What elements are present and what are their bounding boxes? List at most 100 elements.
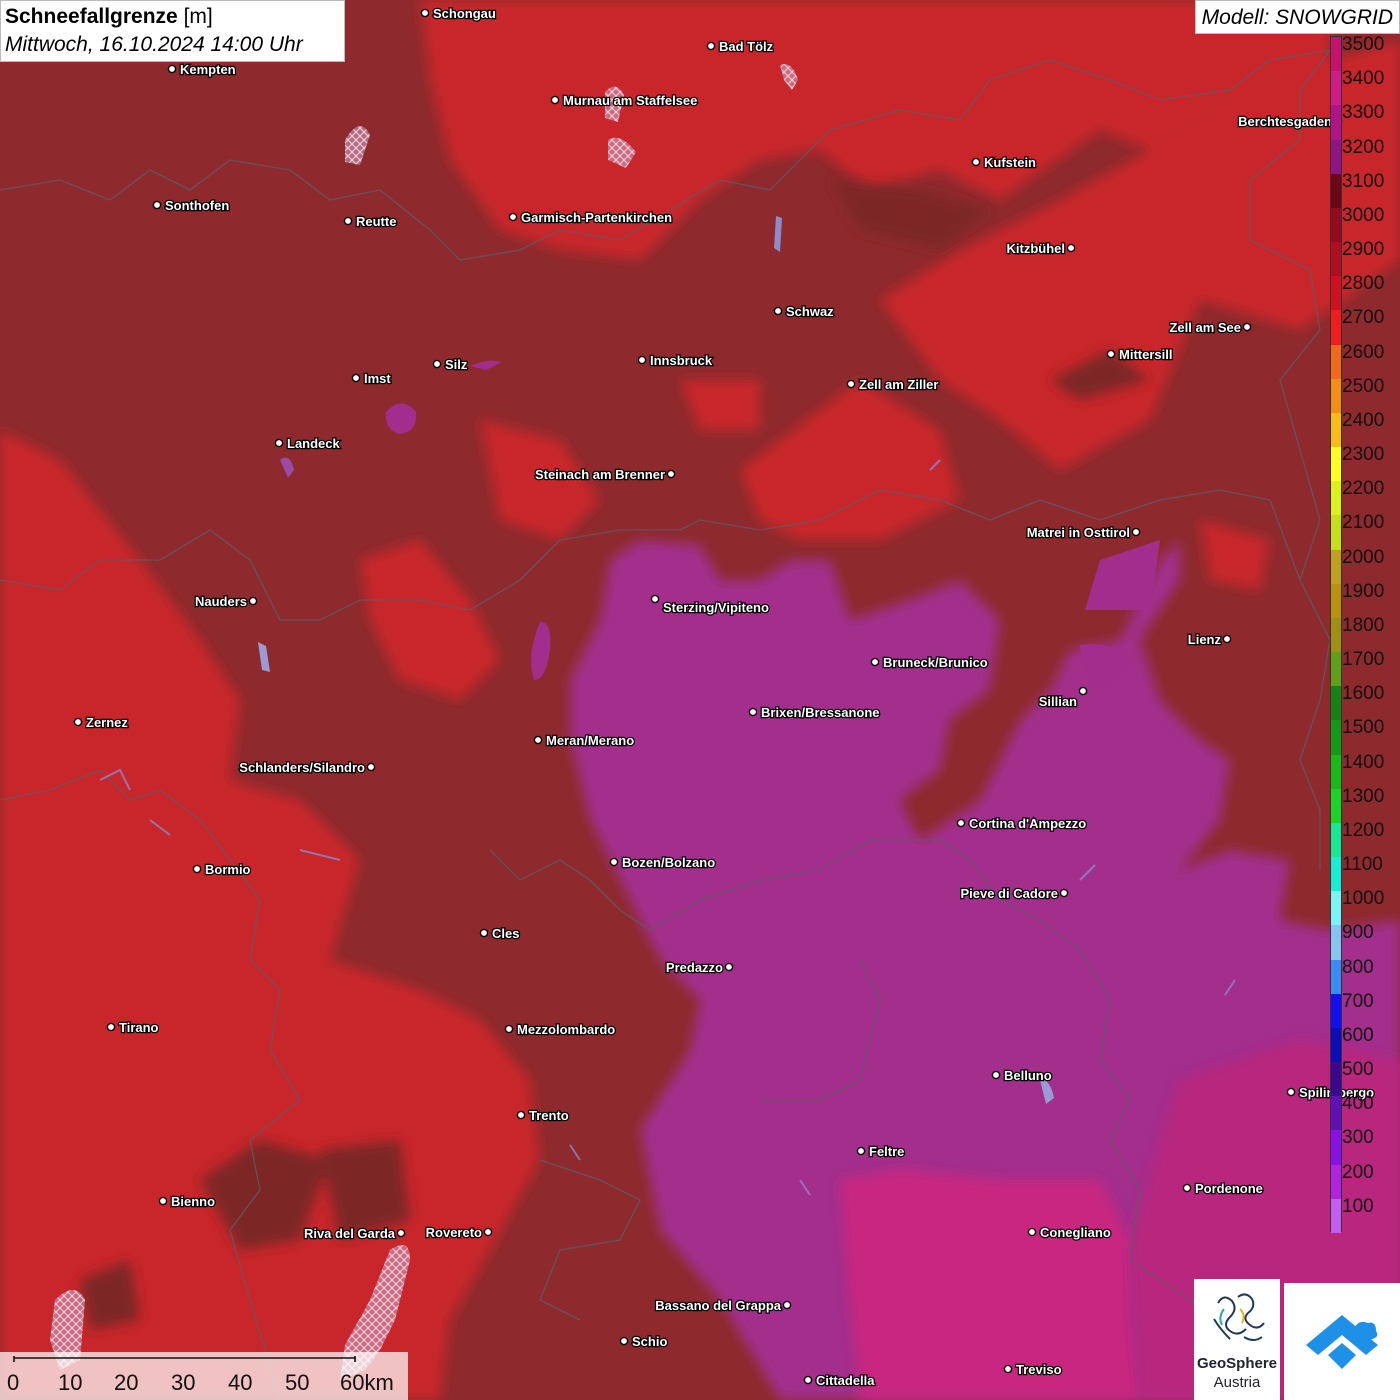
- legend-label: 1200: [1342, 819, 1385, 841]
- city-label: Matrei in Osttirol: [1027, 525, 1130, 540]
- city-dot: [508, 212, 518, 222]
- legend-label: 2900: [1342, 239, 1385, 261]
- map-title: Schneefallgrenze [m]: [5, 3, 340, 31]
- city-label: Schio: [632, 1334, 667, 1349]
- legend-swatch: [1331, 515, 1341, 551]
- city-dot: [724, 962, 734, 972]
- city-dot: [1003, 1364, 1013, 1374]
- city-marker[interactable]: Meran/Merano: [533, 732, 635, 749]
- city-marker[interactable]: Riva del Garda: [303, 1225, 406, 1242]
- city-marker[interactable]: Berchtesgaden: [1237, 113, 1343, 130]
- city-label: Bormio: [205, 862, 251, 877]
- legend-label: 1500: [1342, 717, 1385, 739]
- city-label: Pieve di Cadore: [960, 886, 1058, 901]
- city-marker[interactable]: Sonthofen: [152, 197, 231, 214]
- legend-swatch: [1331, 37, 1341, 72]
- city-label: Garmisch-Partenkirchen: [521, 210, 672, 225]
- city-label: Landeck: [287, 436, 341, 451]
- city-marker[interactable]: Predazzo: [665, 959, 734, 976]
- legend-label: 400: [1342, 1093, 1374, 1115]
- city-label: Schongau: [433, 6, 496, 21]
- scale-label-60km: 60km: [340, 1370, 394, 1395]
- city-dot: [1222, 634, 1232, 644]
- city-marker[interactable]: Brixen/Bressanone: [748, 704, 881, 721]
- city-marker[interactable]: Matrei in Osttirol: [1025, 524, 1141, 541]
- weather-app-logo[interactable]: [1284, 1283, 1400, 1400]
- city-marker[interactable]: Schlanders/Silandro: [238, 759, 376, 776]
- legend-swatch: [1331, 276, 1341, 311]
- city-dot: [106, 1022, 116, 1032]
- city-dot: [870, 657, 880, 667]
- legend-swatch: [1331, 1198, 1341, 1234]
- city-dot: [550, 95, 560, 105]
- city-marker[interactable]: Pieve di Cadore: [959, 885, 1069, 902]
- geosphere-logo[interactable]: GeoSphere Austria: [1194, 1279, 1280, 1400]
- city-marker[interactable]: Rovereto: [424, 1224, 493, 1241]
- city-marker[interactable]: Zell am See: [1168, 319, 1252, 336]
- city-marker[interactable]: Pordenone: [1182, 1180, 1264, 1197]
- legend-swatch: [1331, 686, 1341, 721]
- city-label: Kitzbühel: [1007, 241, 1066, 256]
- city-dot: [782, 1300, 792, 1310]
- city-marker[interactable]: Cortina d'Ampezzo: [956, 815, 1088, 832]
- legend-swatch: [1331, 822, 1341, 858]
- city-dot: [773, 306, 783, 316]
- city-dot: [1242, 322, 1252, 332]
- snowfall-limit-map[interactable]: Schongau Bad Tölz Kempten Murnau am Staffel…: [0, 0, 1400, 1400]
- city-label: Sillian: [1039, 694, 1077, 709]
- legend-swatch: [1331, 173, 1341, 209]
- city-marker[interactable]: Steinach am Brenner: [534, 466, 676, 483]
- legend-swatch: [1331, 447, 1341, 482]
- city-marker[interactable]: Bruneck/Brunico: [870, 654, 989, 671]
- city-marker[interactable]: Zell am Ziller: [846, 376, 940, 393]
- color-legend-labels: 3500 3400 3300 3200 3100 3000 2900 2800 2700 2600…: [1342, 34, 1400, 1232]
- city-marker[interactable]: Garmisch-Partenkirchen: [508, 209, 673, 226]
- city-dot: [248, 596, 258, 606]
- legend-label: 2600: [1342, 341, 1385, 363]
- city-marker[interactable]: Schongau: [420, 5, 497, 22]
- city-marker[interactable]: Innsbruck: [637, 352, 714, 369]
- legend-label: 3500: [1342, 34, 1385, 55]
- legend-swatch: [1331, 993, 1341, 1029]
- legend-swatch: [1331, 617, 1341, 653]
- city-dot: [152, 200, 162, 210]
- legend-label: 2500: [1342, 375, 1385, 397]
- legend-label: 2000: [1342, 546, 1385, 568]
- city-marker[interactable]: Cittadella: [803, 1372, 877, 1389]
- city-label: Lienz: [1188, 632, 1222, 647]
- legend-swatch: [1331, 1062, 1341, 1097]
- legend-swatch: [1331, 1164, 1341, 1200]
- city-dot: [1066, 243, 1076, 253]
- legend-swatch: [1331, 925, 1341, 961]
- city-label: Bassano del Grappa: [655, 1298, 781, 1313]
- legend-swatch: [1331, 959, 1341, 995]
- legend-label: 1000: [1342, 888, 1385, 910]
- scale-label-10: 10: [58, 1370, 83, 1395]
- city-dot: [73, 717, 83, 727]
- city-marker[interactable]: Kitzbühel: [1005, 240, 1076, 257]
- city-label: Sterzing/Vipiteno: [663, 600, 769, 615]
- city-marker[interactable]: Bozen/Bolzano: [609, 854, 716, 871]
- city-label: Cles: [492, 926, 519, 941]
- city-marker[interactable]: Bassano del Grappa: [654, 1297, 792, 1314]
- legend-label: 600: [1342, 1024, 1374, 1046]
- legend-swatch: [1331, 652, 1341, 687]
- city-marker[interactable]: Mezzolombardo: [504, 1021, 617, 1038]
- legend-label: 1100: [1342, 854, 1383, 876]
- legend-swatch: [1331, 583, 1341, 619]
- legend-label: 2700: [1342, 307, 1385, 329]
- city-dot: [637, 355, 647, 365]
- city-marker[interactable]: Murnau am Staffelsee: [550, 92, 699, 109]
- scale-label-0: 0: [7, 1370, 20, 1395]
- city-dot: [1027, 1227, 1037, 1237]
- city-marker[interactable]: Conegliano: [1027, 1224, 1112, 1241]
- city-label: Zernez: [86, 715, 128, 730]
- legend-label: 2300: [1342, 444, 1385, 466]
- city-dot: [483, 1227, 493, 1237]
- city-dot: [856, 1146, 866, 1156]
- map-title-unit: [m]: [183, 5, 213, 28]
- city-label: Riva del Garda: [304, 1226, 396, 1241]
- scale-label-30: 30: [171, 1370, 196, 1395]
- city-label: Kempten: [180, 62, 236, 77]
- pink-zone: [840, 1170, 1140, 1400]
